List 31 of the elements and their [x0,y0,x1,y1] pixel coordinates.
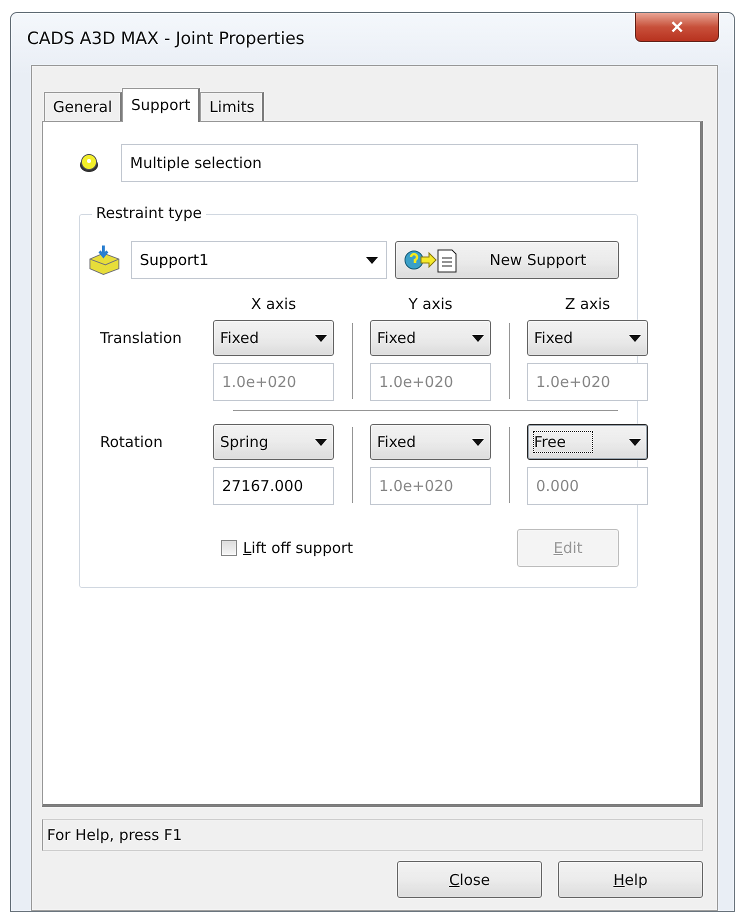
checkbox[interactable] [221,540,237,556]
stiffness-field[interactable]: 27167.000 [213,467,334,505]
dialog-button[interactable]: Help [558,861,703,898]
new-support-button[interactable]: New Support [394,241,619,279]
caret-icon [315,334,327,342]
row-label: Translation [99,329,183,347]
caret-icon [366,256,378,264]
caret-icon [472,334,484,342]
dialog-button[interactable]: Close [397,861,542,898]
status-bar: For Help, press F1 [42,819,703,851]
axis-header: Y axis [408,295,454,313]
tab[interactable]: Limits [200,92,264,121]
window-title: CADS A3D MAX - Joint Properties [27,29,305,49]
tab[interactable]: General [44,92,122,121]
axis-header: Z axis [564,295,612,313]
caret-icon [629,438,641,446]
close-button[interactable]: ✕ [635,13,719,42]
caret-icon [629,334,641,342]
ball-icon [79,153,99,173]
tab[interactable]: Support [122,88,200,122]
row-label: Rotation [99,433,164,451]
caret-icon [315,438,327,446]
axis-dropdown[interactable]: Spring [213,424,334,460]
support-combo[interactable]: Support1 [130,241,387,279]
help-arrow-document-icon [404,247,458,273]
support-block-icon [88,245,121,275]
axis-header: X axis [250,295,298,313]
caret-icon [472,438,484,446]
checkbox-label[interactable]: Lift off support [243,539,354,557]
selection-field[interactable]: Multiple selection [121,144,638,182]
group-title: Restraint type [92,204,206,222]
